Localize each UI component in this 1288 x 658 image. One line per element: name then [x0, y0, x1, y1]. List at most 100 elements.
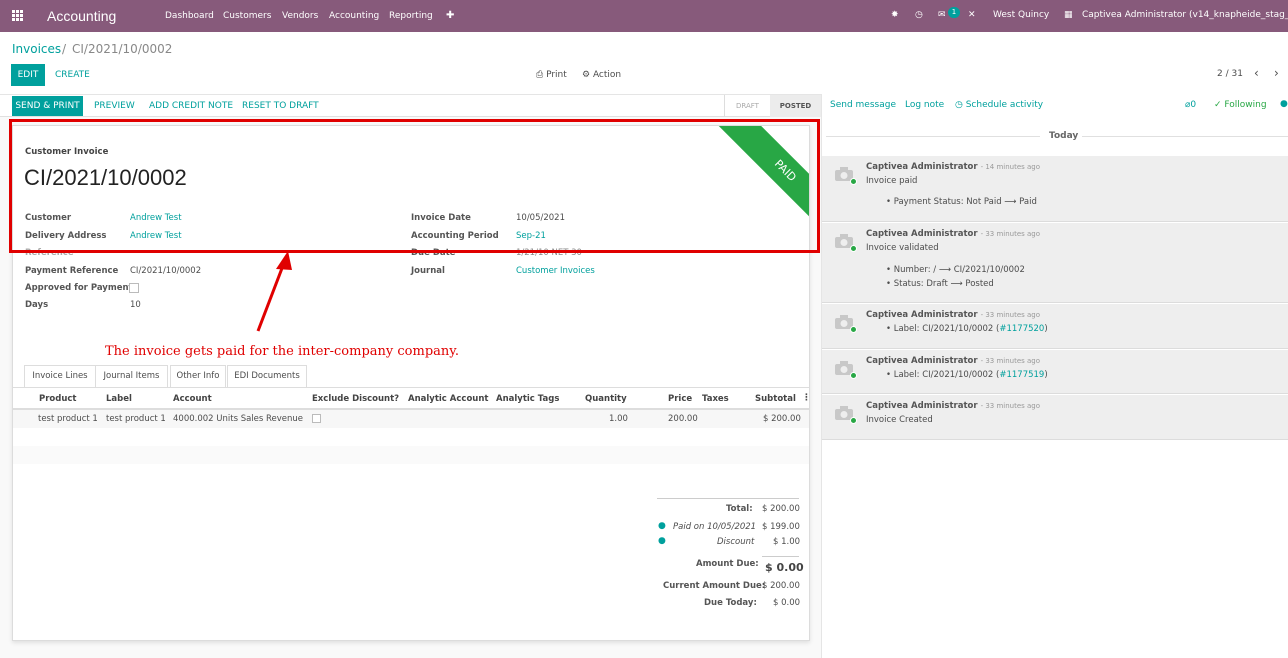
tracking-value: Status: Draft ⟶ Posted [893, 279, 994, 289]
journal-value[interactable]: Customer Invoices [516, 266, 595, 276]
col-price[interactable]: Price [668, 394, 692, 404]
tabs-divider [13, 387, 809, 388]
row-price: 200.00 [668, 414, 698, 424]
create-button[interactable]: CREATE [55, 70, 90, 80]
col-taxes[interactable]: Taxes [702, 394, 729, 404]
col-quantity[interactable]: Quantity [585, 394, 627, 404]
message-author[interactable]: Captivea Administrator [866, 162, 978, 172]
message-time: - 33 minutes ago [980, 311, 1041, 319]
chatter-message: Captivea Administrator - 14 minutes ago … [822, 156, 1288, 222]
online-status-dot [850, 326, 857, 333]
user-menu[interactable]: Captivea Administrator (v14_knapheide_st… [1082, 10, 1288, 20]
total-label: Total: [726, 504, 753, 514]
discount-info-icon[interactable]: ● [658, 536, 666, 546]
paid-info-icon[interactable]: ● [658, 521, 666, 531]
col-product[interactable]: Product [39, 394, 77, 404]
breadcrumb-invoices[interactable]: Invoices [12, 42, 61, 56]
breadcrumb-current: CI/2021/10/0002 [72, 42, 173, 56]
following-label: Following [1224, 100, 1267, 110]
due-today-label: Due Today: [704, 598, 757, 608]
message-author[interactable]: Captivea Administrator [866, 229, 978, 239]
send-message-button[interactable]: Send message [830, 100, 896, 110]
approved-for-payment-label: Approved for Payment [25, 283, 133, 293]
col-account[interactable]: Account [173, 394, 212, 404]
paid-label: Paid on 10/05/2021 [673, 522, 757, 532]
col-analytic-tags[interactable]: Analytic Tags [496, 394, 559, 404]
followers-icon[interactable]: ● [1280, 99, 1288, 109]
menu-dashboard[interactable]: Dashboard [165, 11, 214, 21]
chat-count-badge: 1 [948, 7, 960, 18]
today-divider-right [1082, 136, 1288, 137]
row-label: test product 1 [106, 414, 166, 424]
message-time: - 14 minutes ago [980, 163, 1041, 171]
amount-due-value: $ 0.00 [765, 561, 804, 574]
chatter-message: Captivea Administrator - 33 minutes ago … [822, 304, 1288, 349]
send-print-button[interactable]: SEND & PRINT [12, 96, 83, 116]
col-analytic-account[interactable]: Analytic Account [408, 394, 488, 404]
schedule-activity-button[interactable]: ◷ Schedule activity [955, 100, 1043, 110]
tab-edi-documents[interactable]: EDI Documents [227, 365, 307, 387]
attachments-button[interactable]: ⌀0 [1185, 100, 1196, 110]
app-name[interactable]: Accounting [47, 8, 116, 24]
pager-value[interactable]: 2 / 31 [1217, 69, 1243, 79]
discount-value: $ 1.00 [773, 537, 801, 547]
row-subtotal: $ 200.00 [763, 414, 801, 424]
gear-icon: ⚙ [582, 70, 593, 80]
col-label[interactable]: Label [106, 394, 132, 404]
print-label: Print [546, 70, 567, 80]
apps-menu-icon[interactable] [12, 10, 24, 22]
today-divider-left [826, 136, 1040, 137]
message-author[interactable]: Captivea Administrator [866, 356, 978, 366]
tracking-value: Number: / ⟶ CI/2021/10/0002 [893, 265, 1025, 275]
bug-icon[interactable]: ✸ [891, 10, 899, 20]
action-button[interactable]: ⚙ Action [582, 70, 621, 80]
column-options-icon[interactable]: ⋮ [802, 393, 811, 403]
chat-icon[interactable]: ✉ [938, 10, 946, 20]
attachments-count: 0 [1190, 100, 1197, 110]
status-draft[interactable]: DRAFT [724, 95, 770, 117]
message-tracking-bullet: • Status: Draft ⟶ Posted [886, 279, 994, 289]
menu-accounting[interactable]: Accounting [329, 11, 379, 21]
journal-label: Journal [411, 266, 445, 276]
payment-reference-value: CI/2021/10/0002 [130, 266, 202, 276]
message-time: - 33 minutes ago [980, 402, 1041, 410]
total-value: $ 200.00 [762, 504, 800, 514]
col-subtotal[interactable]: Subtotal [755, 394, 796, 404]
amount-due-border [762, 556, 799, 557]
edit-button[interactable]: EDIT [11, 64, 45, 86]
company-switcher[interactable]: West Quincy [993, 10, 1049, 20]
message-author[interactable]: Captivea Administrator [866, 401, 978, 411]
paid-value: $ 199.00 [762, 522, 800, 532]
add-credit-note-button[interactable]: ADD CREDIT NOTE [149, 101, 233, 111]
menu-customers[interactable]: Customers [223, 11, 271, 21]
following-button[interactable]: ✓ Following [1214, 100, 1267, 110]
menu-reporting[interactable]: Reporting [389, 11, 433, 21]
pager-prev-icon[interactable]: ‹ [1254, 66, 1259, 80]
message-time: - 33 minutes ago [980, 357, 1041, 365]
menu-vendors[interactable]: Vendors [282, 11, 318, 21]
col-exclude-discount[interactable]: Exclude Discount? [312, 394, 399, 404]
message-body: Invoice Created [866, 415, 933, 425]
chatter-message: Captivea Administrator - 33 minutes ago … [822, 350, 1288, 394]
tab-journal-items[interactable]: Journal Items [96, 365, 168, 387]
today-label: Today [1049, 131, 1079, 141]
tab-other-info[interactable]: Other Info [170, 365, 226, 387]
payment-reference-label: Payment Reference [25, 266, 119, 276]
annotation-text: The invoice gets paid for the inter-comp… [105, 344, 460, 359]
reset-to-draft-button[interactable]: RESET TO DRAFT [242, 101, 319, 111]
preview-button[interactable]: PREVIEW [94, 101, 135, 111]
message-author[interactable]: Captivea Administrator [866, 310, 978, 320]
log-note-button[interactable]: Log note [905, 100, 944, 110]
tools-icon[interactable]: ✕ [968, 10, 976, 20]
plus-icon[interactable]: ✚ [446, 10, 454, 21]
highlight-box [9, 119, 820, 253]
move-line-link[interactable]: #1177520 [999, 324, 1044, 334]
pager-next-icon[interactable]: › [1274, 66, 1279, 80]
clock-icon[interactable]: ◷ [915, 10, 923, 20]
due-today-value: $ 0.00 [773, 598, 801, 608]
move-line-link[interactable]: #1177519 [999, 370, 1044, 380]
tab-invoice-lines[interactable]: Invoice Lines [24, 365, 96, 387]
message-body: Invoice paid [866, 176, 918, 186]
message-body: Invoice validated [866, 243, 939, 253]
print-button[interactable]: ⎙ Print [536, 70, 567, 80]
